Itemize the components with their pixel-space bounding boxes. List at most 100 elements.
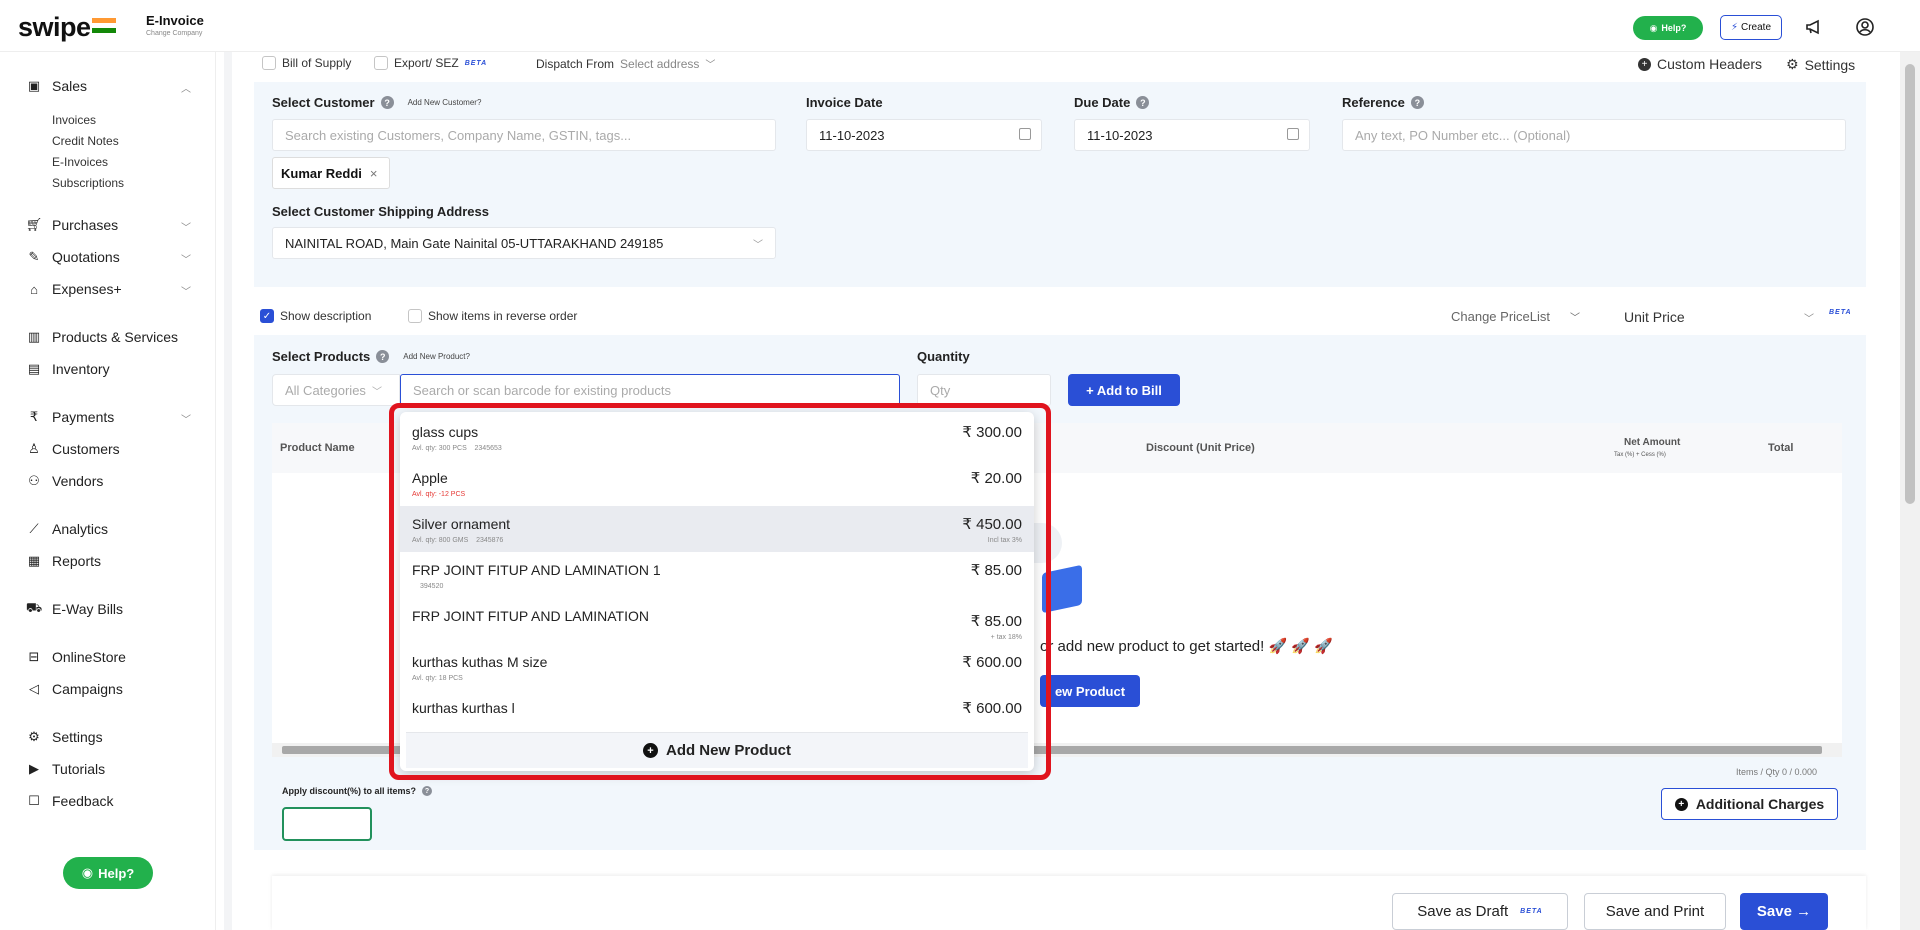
checkbox[interactable] [408, 309, 422, 323]
scrollbar-thumb[interactable] [1905, 64, 1915, 504]
sidebar-item-payments[interactable]: ₹ Payments [26, 406, 114, 428]
sidebar-sub-subscriptions[interactable]: Subscriptions [52, 176, 124, 190]
dispatch-select[interactable]: Select address [620, 57, 699, 71]
change-company-link[interactable]: Change Company [146, 30, 202, 37]
barcode-icon: ▥ [27, 329, 41, 344]
show-description-toggle[interactable]: ✓ Show description [260, 309, 371, 323]
sidebar-label: Vendors [52, 473, 104, 489]
sidebar-label: Feedback [52, 793, 114, 809]
store-icon: ⊟ [28, 649, 40, 664]
sidebar-item-customers[interactable]: ♙ Customers [26, 438, 120, 460]
label-text: Select Products [272, 349, 371, 364]
category-select[interactable]: All Categories ﹀ [272, 374, 400, 406]
invoice-date-input[interactable]: 11-10-2023 [806, 119, 1042, 151]
settings-button[interactable]: ⚙ Settings [1786, 56, 1855, 73]
close-icon[interactable]: × [370, 166, 378, 181]
logo[interactable]: swipe [18, 12, 91, 43]
sidebar-item-inventory[interactable]: ▤ Inventory [26, 358, 110, 380]
custom-headers-label: Custom Headers [1657, 56, 1763, 72]
sidebar-label: Purchases [52, 217, 119, 233]
sidebar-item-feedback[interactable]: ☐ Feedback [26, 790, 113, 812]
unit-price-select[interactable]: Unit Price ﹀ [1624, 309, 1814, 325]
sidebar-item-eway-bills[interactable]: ⛟ E-Way Bills [26, 598, 123, 620]
invoice-date-label: Invoice Date [806, 95, 883, 110]
select-label: Unit Price [1624, 309, 1685, 325]
sidebar-item-expenses[interactable]: ⌂ Expenses+ [26, 278, 122, 300]
reference-input[interactable]: Any text, PO Number etc... (Optional) [1342, 119, 1846, 151]
help-icon[interactable]: ? [380, 96, 394, 109]
help-icon[interactable]: ? [422, 786, 433, 796]
sidebar-item-products[interactable]: ▥ Products & Services [26, 326, 178, 348]
sidebar-item-analytics[interactable]: ⟋ Analytics [26, 518, 108, 540]
chevron-down-icon[interactable]: ﹀ [181, 251, 191, 266]
sidebar-label: OnlineStore [52, 649, 126, 665]
chevron-down-icon[interactable]: ﹀ [181, 219, 191, 234]
inventory-icon: ▤ [27, 361, 41, 376]
chip-label: Kumar Reddi [281, 165, 362, 181]
highlight-annotation-box [389, 403, 1051, 780]
chevron-up-icon[interactable]: ︿ [181, 80, 191, 95]
add-new-product-button[interactable]: ew Product [1040, 675, 1140, 707]
chevron-down-icon[interactable]: ﹀ [181, 411, 191, 426]
sidebar-item-settings[interactable]: ⚙ Settings [26, 726, 102, 748]
button-label: Additional Charges [1695, 796, 1825, 812]
col-net-amount: Net Amount [1624, 437, 1681, 448]
sidebar-item-tutorials[interactable]: ▶ Tutorials [26, 758, 105, 780]
custom-headers-button[interactable]: + Custom Headers [1638, 56, 1762, 72]
help-icon[interactable]: ? [1410, 96, 1424, 109]
megaphone-icon[interactable] [1803, 16, 1825, 38]
calendar-icon [1287, 128, 1299, 140]
sidebar-item-purchases[interactable]: 🛒︎ Purchases [26, 214, 118, 236]
calendar-icon [1019, 128, 1031, 140]
sidebar-item-reports[interactable]: ▦ Reports [26, 550, 101, 572]
add-new-product-link[interactable]: Add New Product? [403, 352, 470, 361]
checkbox[interactable] [374, 56, 388, 70]
help-button[interactable]: ◉ Help? [1633, 16, 1703, 40]
bill-of-supply-toggle[interactable]: Bill of Supply [262, 56, 351, 70]
sidebar-label: Products & Services [52, 329, 179, 345]
sidebar-item-campaigns[interactable]: ◁ Campaigns [26, 678, 123, 700]
checkbox-checked[interactable]: ✓ [260, 309, 274, 323]
page-scrollbar[interactable] [1900, 52, 1920, 930]
sidebar-label: Customers [52, 441, 120, 457]
create-button[interactable]: ⚡ Create [1720, 15, 1782, 40]
chevron-down-icon: ﹀ [371, 386, 382, 398]
whatsapp-icon: ◉ [1649, 22, 1658, 33]
dispatch-from[interactable]: Dispatch From Select address ﹀ [536, 56, 715, 72]
date-value: 11-10-2023 [1087, 127, 1153, 143]
sidebar-sub-e-invoices[interactable]: E-Invoices [52, 155, 108, 169]
customer-search-input[interactable]: Search existing Customers, Company Name,… [272, 119, 776, 151]
chevron-down-icon[interactable]: ﹀ [181, 283, 191, 298]
sidebar-sub-credit-notes[interactable]: Credit Notes [52, 134, 119, 148]
save-draft-button[interactable]: Save as Draft BETA [1392, 893, 1568, 930]
add-new-customer-link[interactable]: Add New Customer? [408, 98, 482, 107]
help-icon[interactable]: ? [1136, 96, 1150, 109]
pen-icon: ✎ [28, 249, 40, 264]
save-button[interactable]: Save → [1740, 893, 1828, 930]
beta-badge: BETA [1520, 908, 1543, 915]
date-value: 11-10-2023 [819, 127, 885, 143]
quantity-input[interactable]: Qty [917, 374, 1051, 406]
product-search-input[interactable]: Search or scan barcode for existing prod… [400, 374, 900, 406]
sidebar-item-onlinestore[interactable]: ⊟ OnlineStore [26, 646, 126, 668]
due-date-input[interactable]: 11-10-2023 [1074, 119, 1310, 151]
help-icon[interactable]: ? [376, 350, 390, 363]
reverse-order-toggle[interactable]: Show items in reverse order [408, 309, 577, 323]
change-pricelist-select[interactable]: Change PriceList ﹀ [1451, 309, 1580, 324]
additional-charges-button[interactable]: + Additional Charges [1661, 788, 1838, 820]
account-icon[interactable] [1854, 16, 1876, 38]
sidebar-item-sales[interactable]: ▣ Sales [26, 75, 87, 97]
dispatch-label: Dispatch From [536, 56, 615, 71]
export-sez-toggle[interactable]: Export/ SEZ BETA [374, 56, 487, 70]
select-products-label: Select Products ? Add New Product? [272, 349, 470, 364]
sidebar-item-vendors[interactable]: ⚇ Vendors [26, 470, 103, 492]
sidebar-help-button[interactable]: ◉ Help? [63, 857, 153, 889]
shipping-address-select[interactable]: NAINITAL ROAD, Main Gate Nainital 05-UTT… [272, 227, 776, 259]
save-print-button[interactable]: Save and Print [1584, 893, 1726, 930]
discount-input[interactable] [282, 807, 372, 841]
sidebar-label: Analytics [52, 521, 109, 537]
add-to-bill-button[interactable]: + Add to Bill [1068, 374, 1180, 406]
sidebar-sub-invoices[interactable]: Invoices [52, 113, 96, 127]
checkbox[interactable] [262, 56, 276, 70]
sidebar-item-quotations[interactable]: ✎ Quotations [26, 246, 120, 268]
